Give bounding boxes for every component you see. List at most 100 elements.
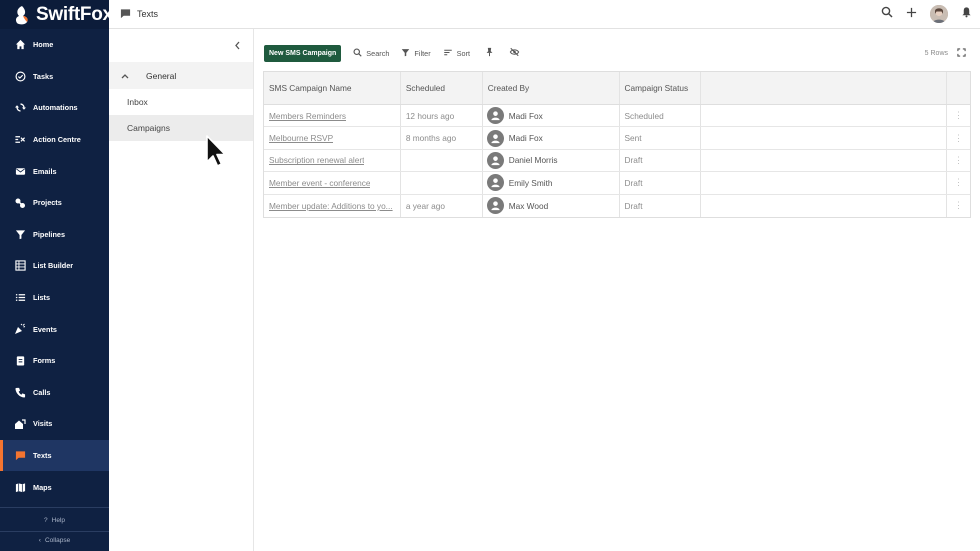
collapse-sidebar-button[interactable]: ‹ Collapse [0, 531, 109, 548]
kebab-icon: ⋮ [954, 132, 964, 143]
column-header-actions [947, 72, 970, 104]
pin-button[interactable] [485, 44, 494, 62]
search-icon [353, 47, 362, 59]
lists-icon [14, 292, 26, 304]
campaigns-table: SMS Campaign Name Scheduled Created By C… [263, 71, 971, 218]
campaign-name-cell[interactable]: Subscription renewal alert [264, 149, 401, 172]
sidebar-item-label: Maps [33, 482, 52, 492]
status-cell: Draft [620, 172, 702, 194]
kebab-icon: ⋮ [954, 177, 964, 188]
brand[interactable]: SwiftFox [0, 0, 113, 29]
spacer-cell [701, 105, 948, 127]
new-sms-campaign-button[interactable]: New SMS Campaign [264, 44, 342, 62]
funnel-icon [14, 228, 26, 240]
sidebar-item-lists[interactable]: Lists [0, 282, 109, 314]
sidebar-item-texts[interactable]: Texts [0, 439, 109, 472]
sidebar-item-projects[interactable]: Projects [0, 187, 109, 219]
help-link[interactable]: ? Help [0, 512, 109, 529]
help-icon: ? [44, 517, 48, 524]
hide-columns-button[interactable] [509, 44, 520, 62]
campaign-name-cell[interactable]: Melbourne RSVP [264, 127, 401, 149]
row-menu-button[interactable]: ⋮ [947, 172, 970, 193]
table-row[interactable]: Subscription renewal alert Daniel Morris… [264, 149, 970, 173]
sidebar-item-maps[interactable]: Maps [0, 471, 109, 503]
sidebar-item-forms[interactable]: Forms [0, 345, 109, 377]
rows-info: 5 Rows [925, 29, 966, 77]
scheduled-cell [401, 172, 483, 194]
sidebar-item-label: Automations [33, 103, 78, 113]
table-row[interactable]: Member update: Additions to yo... a year… [264, 194, 970, 217]
sidebar-item-label: Events [33, 324, 57, 334]
sidebar-item-calls[interactable]: Calls [0, 377, 109, 409]
campaign-name-link[interactable]: Member event - conference [269, 178, 370, 188]
search-icon[interactable] [881, 5, 893, 23]
sidebar-item-visits[interactable]: Visits [0, 408, 109, 440]
sidebar-item-label: List Builder [33, 261, 74, 271]
sidebar-item-automations[interactable]: Automations [0, 92, 109, 124]
sidebar-item-pipelines[interactable]: Pipelines [0, 219, 109, 251]
row-menu-button[interactable]: ⋮ [947, 127, 970, 148]
visits-icon [14, 418, 26, 430]
panel-header [109, 29, 253, 62]
top-bar: Texts [109, 0, 980, 29]
search-button[interactable]: Search [353, 47, 389, 59]
sort-icon [443, 48, 453, 59]
sort-button[interactable]: Sort [443, 48, 470, 59]
fullscreen-icon[interactable] [957, 47, 966, 59]
sidebar-item-events[interactable]: Events [0, 313, 109, 345]
campaign-name-cell[interactable]: Member event - conference [264, 172, 401, 194]
column-header-spacer [701, 72, 948, 104]
table-row[interactable]: Members Reminders 12 hours ago Madi Fox … [264, 105, 970, 128]
spacer-cell [701, 194, 948, 217]
table-row[interactable]: Melbourne RSVP 8 months ago Madi Fox Sen… [264, 127, 970, 150]
campaign-name-cell[interactable]: Members Reminders [264, 105, 401, 127]
sidebar-item-action-centre[interactable]: Action Centre [0, 124, 109, 156]
action-centre-icon [14, 134, 26, 146]
status-cell: Draft [620, 194, 702, 217]
panel-item-campaigns[interactable]: Campaigns [109, 115, 253, 141]
bell-icon[interactable] [961, 5, 972, 23]
sidebar-item-emails[interactable]: Emails [0, 155, 109, 187]
panel-item-inbox[interactable]: Inbox [109, 89, 253, 115]
row-menu-button[interactable]: ⋮ [947, 105, 970, 126]
page-title: Texts [109, 8, 158, 21]
chat-icon [120, 8, 131, 21]
chevron-left-icon[interactable] [234, 37, 241, 55]
kebab-icon: ⋮ [954, 154, 964, 165]
column-header-scheduled[interactable]: Scheduled [401, 72, 483, 104]
sidebar-item-list-builder[interactable]: List Builder [0, 250, 109, 282]
collapse-label: Collapse [44, 536, 71, 544]
status-cell: Sent [620, 127, 702, 149]
row-menu-button[interactable]: ⋮ [947, 150, 970, 171]
column-header-status[interactable]: Campaign Status [620, 72, 702, 104]
campaign-name-link[interactable]: Member update: Additions to yo... [269, 201, 393, 211]
campaign-name-link[interactable]: Members Reminders [269, 111, 346, 121]
table-header: SMS Campaign Name Scheduled Created By C… [264, 72, 970, 105]
add-icon[interactable] [906, 5, 917, 23]
sidebar: SwiftFox Home Tasks Automations Action C… [0, 0, 113, 551]
panel-group-general[interactable]: General [109, 62, 253, 89]
row-count: 5 Rows [924, 49, 948, 57]
eye-off-icon [509, 44, 520, 62]
sidebar-item-home[interactable]: Home [0, 29, 109, 61]
sidebar-item-tasks[interactable]: Tasks [0, 61, 109, 93]
column-header-name[interactable]: SMS Campaign Name [264, 72, 401, 104]
column-header-created-by[interactable]: Created By [483, 72, 620, 104]
kebab-icon: ⋮ [954, 110, 964, 121]
filter-button[interactable]: Filter [401, 48, 431, 59]
created-by-cell: Madi Fox [483, 105, 620, 127]
sync-icon [14, 102, 26, 114]
sidebar-item-label: Action Centre [33, 135, 81, 145]
spacer-cell [701, 149, 948, 172]
user-avatar[interactable] [930, 5, 948, 23]
campaign-name-cell[interactable]: Member update: Additions to yo... [264, 194, 401, 217]
row-menu-button[interactable]: ⋮ [947, 195, 970, 217]
main-content: New SMS Campaign Search Filter Sort 5 Ro… [254, 29, 980, 551]
person-icon [486, 107, 504, 125]
scheduled-cell: 12 hours ago [401, 105, 483, 127]
campaign-name-link[interactable]: Subscription renewal alert [269, 155, 364, 165]
phone-icon [14, 386, 26, 398]
table-row[interactable]: Member event - conference Emily Smith Dr… [264, 172, 970, 195]
campaign-name-link[interactable]: Melbourne RSVP [269, 133, 333, 143]
created-by-cell: Madi Fox [483, 127, 620, 149]
